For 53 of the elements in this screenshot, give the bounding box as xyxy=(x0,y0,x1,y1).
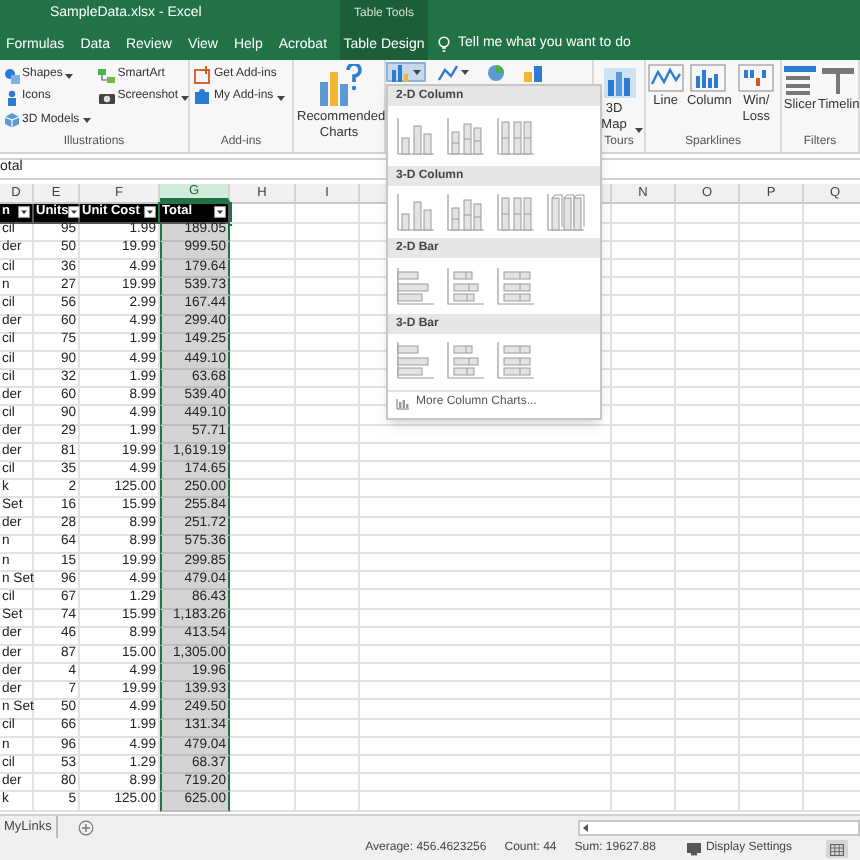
chart-type-button[interactable] xyxy=(482,62,510,82)
filter-dropdown-icon[interactable] xyxy=(144,206,156,219)
bar-chart-icon[interactable] xyxy=(446,266,486,306)
sparkline-icon xyxy=(647,64,684,92)
caret-icon xyxy=(412,68,422,76)
column-chart-icon[interactable] xyxy=(396,192,436,232)
caret-icon xyxy=(634,126,644,134)
column-chart-icon xyxy=(390,63,410,81)
horizontal-scrollbar[interactable] xyxy=(577,819,860,835)
column-chart-icon[interactable] xyxy=(496,192,536,232)
chart-type-button[interactable] xyxy=(386,62,426,82)
figure-icon xyxy=(4,89,20,106)
map-chart-icon xyxy=(601,64,637,100)
caret-icon xyxy=(180,93,191,102)
bar-chart-icon[interactable] xyxy=(396,340,436,380)
caret-icon xyxy=(275,93,286,102)
column-chart-icon[interactable] xyxy=(496,116,536,156)
pie-chart-icon xyxy=(486,63,506,81)
grid-icon xyxy=(830,843,844,855)
column-chart-icon[interactable] xyxy=(446,116,486,156)
lightbulb-icon xyxy=(438,36,450,52)
bar-chart-icon xyxy=(522,63,546,81)
store-icon xyxy=(194,66,212,84)
smartart-icon xyxy=(97,67,116,83)
chart-question-icon xyxy=(317,64,361,108)
column-chart-icon[interactable] xyxy=(396,116,436,156)
filter-dropdown-icon[interactable] xyxy=(214,206,226,219)
camera-icon xyxy=(97,89,116,106)
monitor-icon xyxy=(685,842,702,856)
caret-icon xyxy=(81,116,92,125)
timeline-icon xyxy=(820,64,857,96)
win-loss-icon xyxy=(738,64,775,92)
chart-type-button[interactable] xyxy=(434,62,474,82)
line-chart-icon xyxy=(438,63,458,81)
shapes-icon xyxy=(4,67,20,83)
puzzle-icon xyxy=(194,88,212,107)
filter-dropdown-icon[interactable] xyxy=(68,206,81,219)
add-sheet-button[interactable] xyxy=(77,819,94,835)
bar-chart-icon[interactable] xyxy=(496,340,536,380)
plus-icon xyxy=(77,819,94,835)
column-chart-icon[interactable] xyxy=(546,192,586,232)
bar-chart-icon[interactable] xyxy=(446,340,486,380)
column-chart-icon xyxy=(396,397,410,409)
normal-view-button[interactable] xyxy=(826,840,848,858)
caret-icon xyxy=(460,68,470,76)
bar-chart-icon[interactable] xyxy=(496,266,536,306)
column-chart-icon[interactable] xyxy=(446,192,486,232)
bar-chart-icon[interactable] xyxy=(396,266,436,306)
column-sparkline-icon xyxy=(690,64,727,92)
caret-icon xyxy=(64,71,75,79)
scroll-left-icon[interactable] xyxy=(579,821,592,833)
slicer-icon xyxy=(782,64,818,96)
filter-dropdown-icon[interactable] xyxy=(18,206,30,219)
